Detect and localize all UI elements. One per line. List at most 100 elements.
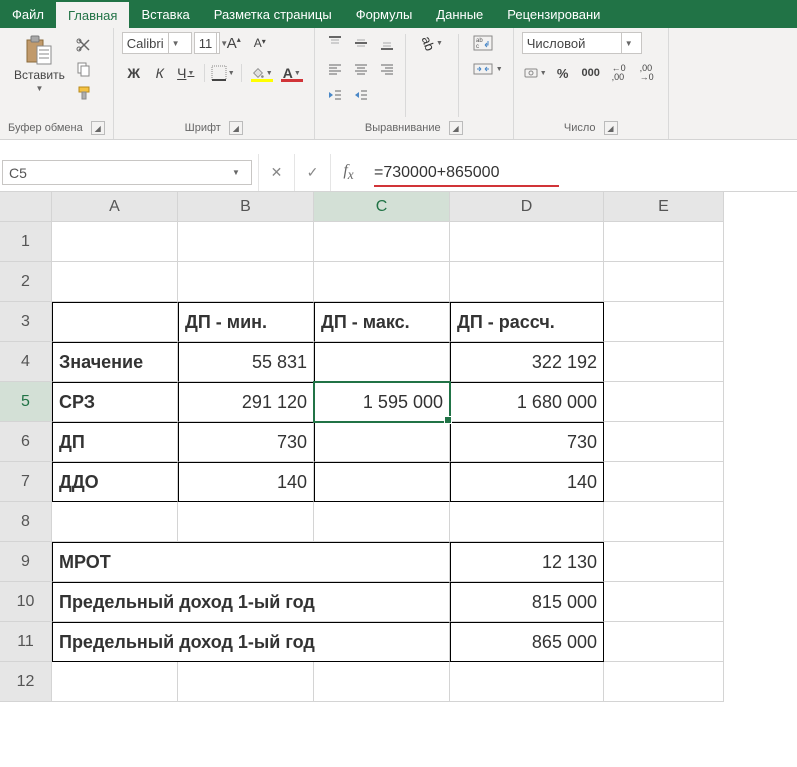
tab-data[interactable]: Данные	[424, 0, 495, 28]
cell-d5[interactable]: 1 680 000	[450, 382, 604, 422]
cell-e9[interactable]	[604, 542, 724, 582]
row-header-9[interactable]: 9	[0, 542, 52, 582]
cell-e8[interactable]	[604, 502, 724, 542]
cell-a4[interactable]: Значение	[52, 342, 178, 382]
cell-d8[interactable]	[450, 502, 604, 542]
tab-review[interactable]: Рецензировани	[495, 0, 612, 28]
cell-e5[interactable]	[604, 382, 724, 422]
row-header-7[interactable]: 7	[0, 462, 52, 502]
cell-e1[interactable]	[604, 222, 724, 262]
cell-b4[interactable]: 55 831	[178, 342, 314, 382]
dialog-launcher-icon[interactable]: ◢	[229, 121, 243, 135]
cell-a8[interactable]	[52, 502, 178, 542]
cell-c2[interactable]	[314, 262, 450, 302]
dialog-launcher-icon[interactable]: ◢	[449, 121, 463, 135]
cell-b12[interactable]	[178, 662, 314, 702]
formula-input[interactable]	[374, 164, 789, 182]
cell-b5[interactable]: 291 120	[178, 382, 314, 422]
cell-c12[interactable]	[314, 662, 450, 702]
col-header-a[interactable]: A	[52, 192, 178, 222]
cell-d10[interactable]: 815 000	[450, 582, 604, 622]
cell-c6[interactable]	[314, 422, 450, 462]
decrease-decimal-button[interactable]: ,00→0	[634, 62, 660, 84]
cancel-formula-button[interactable]: ✕	[258, 154, 294, 191]
row-header-8[interactable]: 8	[0, 502, 52, 542]
row-header-5[interactable]: 5	[0, 382, 52, 422]
merge-center-button[interactable]: ▼	[471, 58, 505, 80]
cell-c5[interactable]: 1 595 000	[314, 382, 450, 422]
row-header-4[interactable]: 4	[0, 342, 52, 382]
cell-c7[interactable]	[314, 462, 450, 502]
col-header-d[interactable]: D	[450, 192, 604, 222]
align-top-button[interactable]	[323, 32, 347, 54]
row-header-3[interactable]: 3	[0, 302, 52, 342]
grow-font-button[interactable]: A▴	[222, 32, 246, 54]
cell-e12[interactable]	[604, 662, 724, 702]
align-right-button[interactable]	[375, 58, 399, 80]
font-size-select[interactable]: 11 ▼	[194, 32, 220, 54]
cell-d11[interactable]: 865 000	[450, 622, 604, 662]
cell-c1[interactable]	[314, 222, 450, 262]
tab-home[interactable]: Главная	[56, 0, 129, 28]
cell-e7[interactable]	[604, 462, 724, 502]
align-left-button[interactable]	[323, 58, 347, 80]
cell-b1[interactable]	[178, 222, 314, 262]
cell-e3[interactable]	[604, 302, 724, 342]
cell-d3[interactable]: ДП - рассч.	[450, 302, 604, 342]
row-header-6[interactable]: 6	[0, 422, 52, 462]
italic-button[interactable]: К	[148, 62, 172, 84]
comma-format-button[interactable]: 000	[578, 62, 604, 84]
insert-function-button[interactable]: fx	[330, 154, 366, 191]
format-painter-button[interactable]	[73, 82, 95, 104]
cell-a5[interactable]: СРЗ	[52, 382, 178, 422]
col-header-c[interactable]: C	[314, 192, 450, 222]
cell-c4[interactable]	[314, 342, 450, 382]
cell-d7[interactable]: 140	[450, 462, 604, 502]
row-header-1[interactable]: 1	[0, 222, 52, 262]
cell-e6[interactable]	[604, 422, 724, 462]
align-center-button[interactable]	[349, 58, 373, 80]
cell-a6[interactable]: ДП	[52, 422, 178, 462]
percent-format-button[interactable]: %	[550, 62, 576, 84]
font-color-button[interactable]: А ▼	[278, 62, 306, 84]
cell-d1[interactable]	[450, 222, 604, 262]
cell-d2[interactable]	[450, 262, 604, 302]
cell-e2[interactable]	[604, 262, 724, 302]
row-header-10[interactable]: 10	[0, 582, 52, 622]
cell-c3[interactable]: ДП - макс.	[314, 302, 450, 342]
select-all-corner[interactable]	[0, 192, 52, 222]
cell-a2[interactable]	[52, 262, 178, 302]
dialog-launcher-icon[interactable]: ◢	[91, 121, 105, 135]
enter-formula-button[interactable]: ✓	[294, 154, 330, 191]
cell-e11[interactable]	[604, 622, 724, 662]
cell-d9[interactable]: 12 130	[450, 542, 604, 582]
cell-b6[interactable]: 730	[178, 422, 314, 462]
accounting-format-button[interactable]: ▼	[522, 62, 548, 84]
borders-button[interactable]: ▼	[211, 62, 235, 84]
row-header-12[interactable]: 12	[0, 662, 52, 702]
row-header-11[interactable]: 11	[0, 622, 52, 662]
bold-button[interactable]: Ж	[122, 62, 146, 84]
cut-button[interactable]	[73, 34, 95, 56]
cell-a1[interactable]	[52, 222, 178, 262]
row-header-2[interactable]: 2	[0, 262, 52, 302]
tab-formulas[interactable]: Формулы	[344, 0, 425, 28]
cell-b7[interactable]: 140	[178, 462, 314, 502]
cell-a10[interactable]: Предельный доход 1-ый год	[52, 582, 450, 622]
cell-d4[interactable]: 322 192	[450, 342, 604, 382]
cell-a3[interactable]	[52, 302, 178, 342]
col-header-e[interactable]: E	[604, 192, 724, 222]
cell-a12[interactable]	[52, 662, 178, 702]
align-bottom-button[interactable]	[375, 32, 399, 54]
cell-e10[interactable]	[604, 582, 724, 622]
paste-button[interactable]: Вставить ▼	[8, 32, 71, 95]
tab-insert[interactable]: Вставка	[129, 0, 201, 28]
name-box[interactable]: C5 ▼	[2, 160, 252, 185]
col-header-b[interactable]: B	[178, 192, 314, 222]
orientation-button[interactable]: ab▼	[412, 32, 452, 54]
increase-decimal-button[interactable]: ←0,00	[606, 62, 632, 84]
increase-indent-button[interactable]	[349, 84, 373, 106]
wrap-text-button[interactable]: abc	[471, 32, 505, 54]
copy-button[interactable]	[73, 58, 95, 80]
fill-color-button[interactable]: ▼	[248, 62, 276, 84]
